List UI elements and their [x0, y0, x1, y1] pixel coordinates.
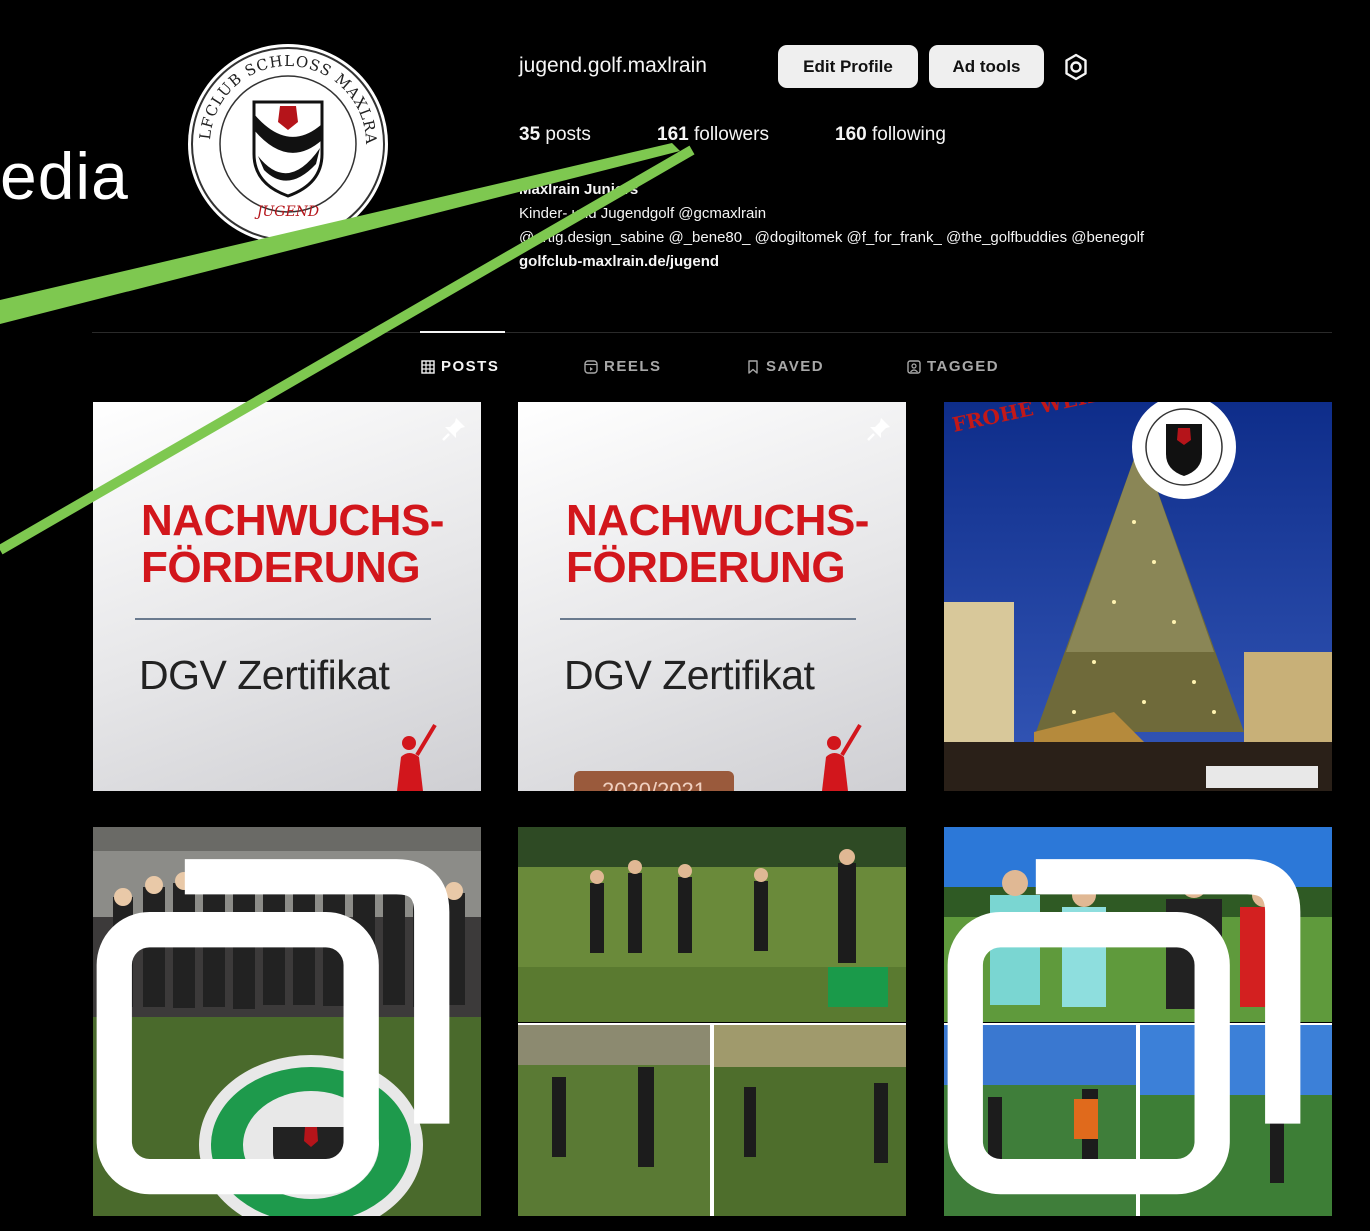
club-logo: GOLFCLUB SCHLOSS MAXLRAIN JUGEND [188, 44, 385, 241]
post-divider-line [135, 618, 431, 620]
post-subtitle: DGV Zertifikat [564, 652, 815, 698]
pinned-icon [867, 418, 890, 441]
profile-avatar[interactable]: GOLFCLUB SCHLOSS MAXLRAIN JUGEND [188, 44, 388, 244]
tab-tagged-label: TAGGED [927, 358, 1000, 375]
bio-line-1: Kinder- und Jugendgolf @gcmaxlrain [519, 205, 767, 222]
post-headline-line-2: FÖRDERUNG [141, 543, 421, 592]
post-tile[interactable] [944, 827, 1332, 1216]
reels-icon [584, 359, 598, 374]
bio-website-link[interactable]: golfclub-maxlrain.de/jugend [519, 253, 719, 270]
instagram-profile-screen: edia GOLFCLUB SCHLOSS MAXLRAIN JUGEND ju… [0, 0, 1370, 1231]
slide-title-fragment: edia [0, 139, 129, 213]
following-count-label: following [866, 124, 946, 145]
pinned-icon [442, 418, 465, 441]
following-count-number: 160 [835, 124, 867, 145]
svg-text:JUGEND: JUGEND [254, 204, 319, 220]
carousel-icon [947, 859, 1301, 1195]
post-divider-line [560, 618, 856, 620]
followers-count-number: 161 [657, 124, 689, 145]
posts-count: 35 posts [519, 124, 591, 146]
tab-tagged[interactable]: TAGGED [907, 358, 999, 375]
tab-posts[interactable]: POSTS [421, 358, 499, 375]
profile-username: jugend.golf.maxlrain [519, 54, 707, 77]
post-tile[interactable]: NACHWUCHS- FÖRDERUNG DGV Zertifikat 2020… [518, 402, 906, 791]
grid-icon [421, 359, 435, 374]
tab-saved[interactable]: SAVED [746, 358, 824, 375]
carousel-icon [96, 859, 450, 1195]
post-headline-line-1: NACHWUCHS- [566, 496, 869, 545]
post-headline-line-2: FÖRDERUNG [566, 543, 846, 592]
followers-count[interactable]: 161 followers [657, 124, 769, 146]
edit-profile-button[interactable]: Edit Profile [778, 45, 918, 88]
settings-gear-icon[interactable] [1062, 53, 1090, 81]
ad-tools-button[interactable]: Ad tools [929, 45, 1044, 88]
post-tile[interactable]: NACHWUCHS- FÖRDERUNG DGV Zertifikat [93, 402, 481, 791]
tab-reels-label: REELS [604, 358, 662, 375]
posts-count-label: posts [540, 124, 591, 145]
post-tile[interactable] [518, 827, 906, 1216]
bookmark-icon [748, 359, 758, 374]
post-tile[interactable] [93, 827, 481, 1216]
tag-person-icon [907, 359, 921, 374]
active-tab-indicator [420, 331, 505, 333]
posts-count-number: 35 [519, 124, 541, 145]
bio-name: Maxlrain Juniors [519, 181, 639, 198]
christmas-tree-photo: FROHE WEIHNACHTEN [944, 402, 1332, 791]
tab-saved-label: SAVED [766, 358, 825, 375]
post-year-badge: 2020/2021 [574, 771, 734, 791]
following-count[interactable]: 160 following [835, 124, 946, 146]
tab-posts-label: POSTS [441, 358, 500, 375]
golfer-logo-icon [397, 723, 437, 791]
golfer-logo-icon [822, 723, 862, 791]
tab-reels[interactable]: REELS [584, 358, 662, 375]
followers-count-label: followers [688, 124, 769, 145]
bio-line-2: @artig.design_sabine @_bene80_ @dogiltom… [519, 229, 1145, 246]
post-tile[interactable]: FROHE WEIHNACHTEN [944, 402, 1332, 791]
tabs-divider [92, 332, 1332, 333]
post-subtitle: DGV Zertifikat [139, 652, 390, 698]
post-headline-line-1: NACHWUCHS- [141, 496, 444, 545]
post-headline: NACHWUCHS- FÖRDERUNG [141, 497, 444, 591]
training-collage-photo [518, 827, 906, 1216]
post-headline: NACHWUCHS- FÖRDERUNG [566, 497, 869, 591]
